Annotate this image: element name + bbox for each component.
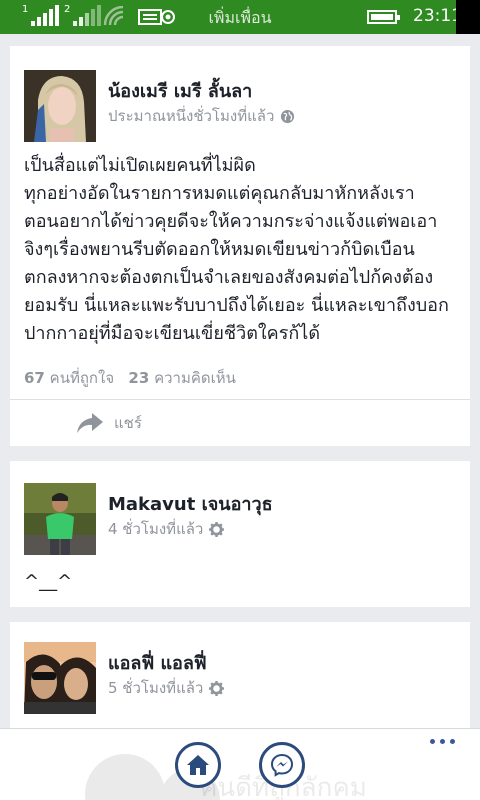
post-time[interactable]: 4 ชั่วโมงที่แล้ว <box>108 517 203 541</box>
reactions-summary[interactable]: 67 คนที่ถูกใจ 23 ความคิดเห็น <box>24 366 236 390</box>
avatar[interactable] <box>24 70 96 142</box>
more-icon[interactable] <box>430 739 455 744</box>
share-icon <box>77 413 103 433</box>
comments-count: 23 <box>128 369 150 387</box>
gear-icon <box>209 521 225 537</box>
post-meta: 5 ชั่วโมงที่แล้ว <box>108 676 225 700</box>
post-card: Makavut เจนอาวุธ 4 ชั่วโมงที่แล้ว ^__^ <box>10 461 470 607</box>
post-time[interactable]: ประมาณหนึ่งชั่วโมงที่แล้ว <box>108 104 274 128</box>
share-button[interactable]: แชร์ <box>76 410 142 436</box>
clock: 23:11 <box>413 6 462 26</box>
gear-icon <box>209 680 225 696</box>
likes-label: คนที่ถูกใจ <box>49 369 115 387</box>
avatar[interactable] <box>24 483 96 555</box>
post-text: เป็นสื่อแต่ไม่เปิดเผยคนที่ไม่ผิด ทุกอย่า… <box>24 152 464 348</box>
status-title: เพิ่มเพื่อน <box>208 8 272 27</box>
globe-icon <box>281 109 295 123</box>
battery-icon <box>367 10 400 24</box>
author-name[interactable]: น้องเมรี เมรี ลั้นลา <box>108 76 252 105</box>
avatar[interactable] <box>24 642 96 714</box>
post-time[interactable]: 5 ชั่วโมงที่แล้ว <box>108 676 203 700</box>
home-button[interactable] <box>175 742 221 788</box>
post-meta: ประมาณหนึ่งชั่วโมงที่แล้ว <box>108 104 295 128</box>
comments-label: ความคิดเห็น <box>154 369 236 387</box>
post-line: ตอนอยากได้ข่าวคุยดีจะให้ความกระจ่างแจ้งแ… <box>24 211 438 232</box>
post-card: น้องเมรี เมรี ลั้นลา ประมาณหนึ่งชั่วโมงท… <box>10 46 470 446</box>
divider <box>10 399 470 400</box>
author-name[interactable]: แอลฟี่ แอลฟี่ <box>108 648 207 677</box>
post-line: ทุกอย่างอัดในรายการหมดแต่คุณกลับมาหักหลั… <box>24 183 415 204</box>
post-card: แอลฟี่ แอลฟี่ 5 ชั่วโมงที่แล้ว <box>10 622 470 732</box>
post-line: ยอมรับ นี่แหละแพะรับบาปถึงได้เยอะ นี่แหล… <box>24 295 449 316</box>
messenger-button[interactable] <box>259 742 305 788</box>
home-icon <box>187 755 209 775</box>
likes-count: 67 <box>24 369 45 387</box>
post-line: ปากกาอยุ่ที่มือจะเขียนเขี่ยชีวิตใครก้ได้ <box>24 323 321 344</box>
status-bar: 1 2 เพิ่มเพื่อน 23:11 <box>0 0 480 34</box>
bottom-app-bar: คนดีที่ถูกลักคม <box>0 728 480 800</box>
post-line: ตกลงหากจะต้องตกเป็นจำเลยของสังคมต่อไปก้ค… <box>24 267 434 288</box>
post-text: ^__^ <box>24 571 73 592</box>
share-label: แชร์ <box>114 414 142 432</box>
post-line: เป็นสื่อแต่ไม่เปิดเผยคนที่ไม่ผิด <box>24 155 256 176</box>
post-line: จิงๆเรื่องพยานรีบตัดออกให้หมดเขียนข่าวก้… <box>24 239 415 260</box>
post-meta: 4 ชั่วโมงที่แล้ว <box>108 517 225 541</box>
author-name[interactable]: Makavut เจนอาวุธ <box>108 489 273 518</box>
messenger-icon <box>270 753 294 777</box>
